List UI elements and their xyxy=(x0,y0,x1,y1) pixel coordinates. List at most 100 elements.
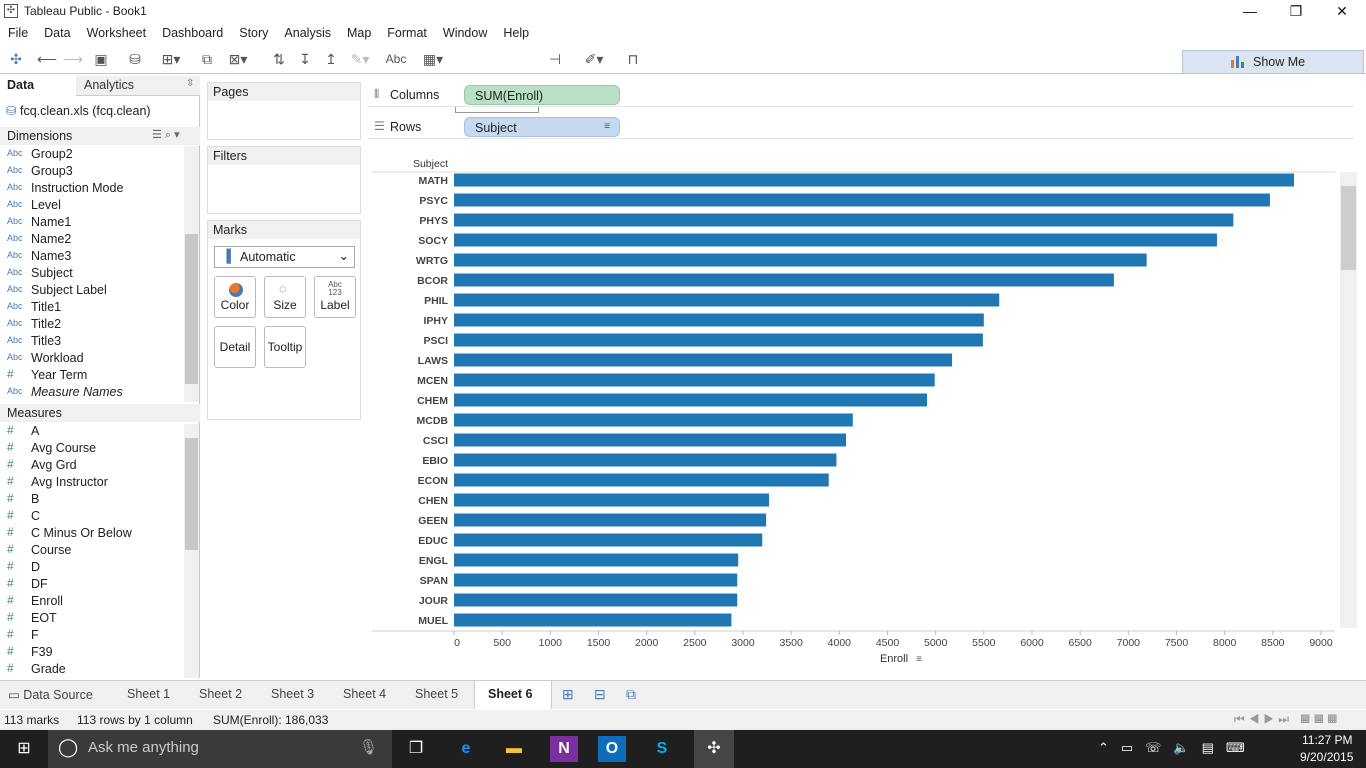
skype-icon[interactable]: S xyxy=(648,736,676,762)
measure-field[interactable]: # DF xyxy=(0,576,184,593)
dimension-field[interactable]: Abc Title2 xyxy=(0,316,184,333)
swap-icon[interactable]: ⇅ xyxy=(268,48,290,70)
measure-field[interactable]: # D xyxy=(0,559,184,576)
mark-type-select[interactable]: ▐ Automatic ⌄ xyxy=(214,246,355,268)
bar[interactable] xyxy=(454,413,853,427)
bar[interactable] xyxy=(454,293,1000,307)
search-box[interactable]: ◯ Ask me anything 🎙 xyxy=(48,730,392,768)
dimension-field[interactable]: Abc Group3 xyxy=(0,163,184,180)
new-worksheet-icon[interactable]: ⊞▾ xyxy=(156,48,186,70)
tableau-taskbar-icon[interactable]: ✣ xyxy=(694,730,734,768)
measure-field[interactable]: # Grade xyxy=(0,661,184,678)
bar[interactable] xyxy=(454,233,1217,247)
measure-field[interactable]: # C xyxy=(0,508,184,525)
bar[interactable] xyxy=(454,313,984,327)
menu-analysis[interactable]: Analysis xyxy=(276,24,339,40)
save-icon[interactable]: ▣ xyxy=(90,48,112,70)
dimension-field[interactable]: Abc Subject xyxy=(0,265,184,282)
new-dashboard-icon[interactable]: ⊟ xyxy=(594,686,606,703)
sort-ascending-icon[interactable]: ↧ xyxy=(294,48,316,70)
menu-worksheet[interactable]: Worksheet xyxy=(79,24,155,40)
undo-icon[interactable]: ⟵ xyxy=(36,48,58,70)
rows-shelf[interactable]: ☰ Rows Subject ≡ xyxy=(368,115,1354,139)
bar[interactable] xyxy=(454,553,739,567)
new-datasource-icon[interactable]: ⛁ xyxy=(124,48,146,70)
bar[interactable] xyxy=(454,533,763,547)
dimensions-scroll-thumb[interactable] xyxy=(185,234,198,384)
bar[interactable] xyxy=(454,613,732,627)
measure-field[interactable]: # C Minus Or Below xyxy=(0,525,184,542)
measure-field[interactable]: # Avg Course xyxy=(0,440,184,457)
tab-sheet-1[interactable]: Sheet 1 xyxy=(127,687,170,701)
measure-field[interactable]: # F xyxy=(0,627,184,644)
menu-help[interactable]: Help xyxy=(495,24,537,40)
windows-start-icon[interactable]: ⊞ xyxy=(10,736,38,762)
pages-card[interactable]: Pages xyxy=(207,82,361,140)
bar[interactable] xyxy=(454,453,837,467)
tab-sheet-2[interactable]: Sheet 2 xyxy=(199,687,242,701)
dimension-field[interactable]: Abc Workload xyxy=(0,350,184,367)
dimension-field[interactable]: Abc Title3 xyxy=(0,333,184,350)
task-view-icon[interactable]: ❐ xyxy=(402,736,430,762)
measure-field[interactable]: # Avg Instructor xyxy=(0,474,184,491)
view-options-icon[interactable]: ☰ ⌕ ▾ xyxy=(152,128,180,142)
bar[interactable] xyxy=(454,593,738,607)
detail-button[interactable]: Detail xyxy=(214,326,256,368)
bar[interactable] xyxy=(454,393,927,407)
measure-field[interactable]: # A xyxy=(0,423,184,440)
dimension-field[interactable]: Abc Subject Label xyxy=(0,282,184,299)
sort-descending-icon[interactable]: ↥ xyxy=(320,48,342,70)
tab-sheet-5[interactable]: Sheet 5 xyxy=(415,687,458,701)
edge-icon[interactable]: e xyxy=(452,736,480,762)
color-button[interactable]: Color xyxy=(214,276,256,318)
pane-menu-icon[interactable]: ⇳ xyxy=(186,78,194,89)
bar[interactable] xyxy=(454,193,1270,207)
measure-field[interactable]: # Enroll xyxy=(0,593,184,610)
close-icon[interactable]: ✕ xyxy=(1322,2,1362,22)
bar[interactable] xyxy=(454,273,1114,287)
dimension-field[interactable]: Abc Group2 xyxy=(0,146,184,163)
measure-field[interactable]: # B xyxy=(0,491,184,508)
clear-sheet-icon[interactable]: ⊠▾ xyxy=(222,48,254,70)
tab-data[interactable]: Data xyxy=(0,76,76,96)
measure-field[interactable]: # Course xyxy=(0,542,184,559)
bar[interactable] xyxy=(454,253,1147,267)
measure-field[interactable]: # EOT xyxy=(0,610,184,627)
bar[interactable] xyxy=(454,493,770,507)
bar[interactable] xyxy=(454,333,983,347)
menu-file[interactable]: File xyxy=(0,24,36,40)
dimension-field[interactable]: Abc Name2 xyxy=(0,231,184,248)
file-explorer-icon[interactable]: ▬ xyxy=(500,736,528,762)
group-icon[interactable]: ▦▾ xyxy=(416,48,450,70)
tab-sheet-3[interactable]: Sheet 3 xyxy=(271,687,314,701)
redo-icon[interactable]: ⟶ xyxy=(62,48,84,70)
filters-card[interactable]: Filters xyxy=(207,146,361,214)
bar[interactable] xyxy=(454,173,1295,187)
menu-window[interactable]: Window xyxy=(435,24,495,40)
highlight-icon[interactable]: ✎▾ xyxy=(346,48,374,70)
microphone-icon[interactable]: 🎙 xyxy=(359,738,378,756)
restore-icon[interactable]: ❐ xyxy=(1276,2,1316,22)
tooltip-button[interactable]: Tooltip xyxy=(264,326,306,368)
menu-format[interactable]: Format xyxy=(379,24,435,40)
tab-sheet-6[interactable]: Sheet 6 xyxy=(474,681,552,709)
new-story-icon[interactable]: ⧉ xyxy=(626,686,636,703)
bar[interactable] xyxy=(454,513,767,527)
dimension-field[interactable]: Abc Instruction Mode xyxy=(0,180,184,197)
system-tray-icons[interactable]: ⌃▭☏🔈▤⌨ xyxy=(1098,740,1257,756)
measure-field[interactable]: # Avg Grd xyxy=(0,457,184,474)
bar[interactable] xyxy=(454,433,847,447)
new-worksheet-icon[interactable]: ⊞ xyxy=(562,686,574,703)
dimension-field[interactable]: # Year Term xyxy=(0,367,184,384)
menu-story[interactable]: Story xyxy=(231,24,276,40)
onenote-icon[interactable]: N xyxy=(550,736,578,762)
dimension-field[interactable]: Abc Name3 xyxy=(0,248,184,265)
bar[interactable] xyxy=(454,373,935,387)
dimension-field[interactable]: Abc Title1 xyxy=(0,299,184,316)
pen-icon[interactable]: ✐▾ xyxy=(578,48,610,70)
size-button[interactable]: ◌ Size xyxy=(264,276,306,318)
presentation-icon[interactable]: ⊓ xyxy=(622,48,644,70)
dimension-field[interactable]: Abc Level xyxy=(0,197,184,214)
label-button[interactable]: Abc 123 Label xyxy=(314,276,356,318)
datasource-item[interactable]: ⛁ fcq.clean.xls (fcq.clean) xyxy=(6,103,151,118)
